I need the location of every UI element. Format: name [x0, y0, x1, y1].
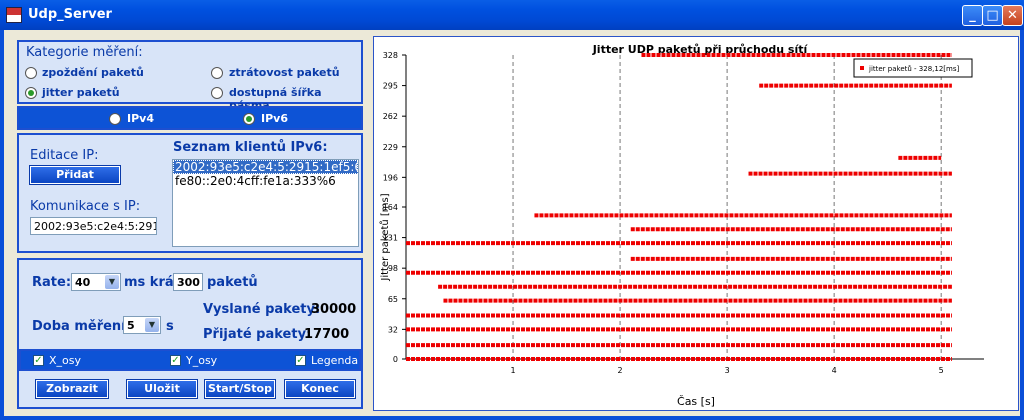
add-button[interactable]: Přidat	[29, 165, 121, 185]
duration-unit: s	[166, 319, 174, 334]
x-tick-label: 5	[939, 366, 944, 375]
y-tick-label: 328	[383, 51, 398, 60]
title-bar: Udp_Server _ □ ✕	[0, 0, 1024, 30]
x-axis-label: Čas [s]	[677, 395, 715, 408]
chart-legend: jitter paketů - 328,12[ms]	[853, 58, 973, 78]
show-button[interactable]: Zobrazit	[35, 379, 109, 399]
edit-ip-label: Editace IP:	[30, 148, 99, 163]
communication-ip-input[interactable]: 2002:93e5:c2e4:5:2915:1ef5	[30, 217, 157, 235]
x-axis-checkbox[interactable]: ✓	[33, 355, 44, 366]
ip-panel: Editace IP: Přidat Komunikace s IP: 2002…	[17, 133, 363, 253]
save-button[interactable]: Uložit	[126, 379, 198, 399]
radio-bandwidth[interactable]	[211, 87, 223, 99]
ip-version-panel: IPv4 IPv6	[17, 106, 363, 130]
rate-select[interactable]: 40 ▼	[71, 273, 121, 291]
end-button[interactable]: Konec	[284, 379, 356, 399]
sent-value: 30000	[311, 302, 357, 317]
app-icon	[6, 7, 22, 23]
y-axis-checkbox-label: Y_osy	[186, 354, 218, 367]
y-tick-label: 262	[383, 112, 398, 121]
maximize-button[interactable]: □	[982, 5, 1003, 26]
sent-label: Vyslané pakety:	[203, 302, 321, 317]
y-tick-label: 65	[388, 295, 398, 304]
legend-checkbox[interactable]: ✓	[295, 355, 306, 366]
radio-jitter[interactable]	[25, 87, 37, 99]
communication-label: Komunikace s IP:	[30, 199, 141, 214]
radio-ipv4[interactable]	[109, 113, 121, 125]
packet-count-input[interactable]: 300	[173, 273, 203, 291]
clients-listbox[interactable]: 2002:93e5:c2e4:5:2915:1ef5:66a fe80::2e0…	[172, 159, 359, 247]
clients-label: Seznam klientů IPv6:	[173, 140, 328, 155]
x-tick-label: 1	[510, 366, 515, 375]
radio-loss[interactable]	[211, 67, 223, 79]
y-tick-label: 0	[393, 355, 398, 364]
radio-delay[interactable]	[25, 67, 37, 79]
legend-checkbox-label: Legenda	[311, 354, 359, 367]
radio-loss-label: ztrátovost paketů	[229, 66, 340, 79]
duration-value: 5	[127, 319, 135, 332]
received-label: Přijaté pakety:	[203, 327, 312, 342]
rate-value: 40	[75, 276, 91, 289]
close-button[interactable]: ✕	[1002, 5, 1023, 26]
ms-label: ms krát	[124, 275, 180, 290]
x-tick-label: 2	[618, 366, 623, 375]
minimize-button[interactable]: _	[962, 5, 983, 26]
client-list-item[interactable]: fe80::2e0:4cff:fe1a:333%6	[173, 174, 358, 188]
legend-marker	[860, 66, 864, 70]
y-axis-checkbox[interactable]: ✓	[170, 355, 181, 366]
measurement-panel: Kategorie měření: zpoždění paketů ztráto…	[17, 40, 363, 112]
duration-select[interactable]: 5 ▼	[123, 316, 161, 334]
window-title: Udp_Server	[28, 7, 112, 22]
axes-options-bar: ✓ X_osy ✓ Y_osy ✓ Legenda	[19, 349, 361, 371]
radio-ipv6[interactable]	[243, 113, 255, 125]
y-tick-label: 32	[388, 325, 398, 334]
chevron-down-icon[interactable]: ▼	[145, 318, 159, 332]
radio-ipv6-label: IPv6	[261, 112, 288, 125]
x-tick-label: 3	[725, 366, 730, 375]
packets-label: paketů	[207, 275, 258, 290]
y-axis-label: Jitter paketů [ms]	[379, 193, 391, 281]
legend-label: jitter paketů - 328,12[ms]	[868, 65, 959, 73]
rate-label: Rate:	[32, 275, 72, 290]
chevron-down-icon[interactable]: ▼	[105, 275, 119, 289]
client-list-item[interactable]: 2002:93e5:c2e4:5:2915:1ef5:66a	[173, 160, 358, 174]
start-stop-button[interactable]: Start/Stop	[204, 379, 276, 399]
radio-ipv4-label: IPv4	[127, 112, 154, 125]
measurement-label: Kategorie měření:	[26, 45, 143, 60]
radio-delay-label: zpoždění paketů	[42, 66, 144, 79]
x-axis-checkbox-label: X_osy	[49, 354, 82, 367]
duration-label: Doba měření:	[32, 319, 131, 334]
received-value: 17700	[304, 327, 350, 342]
radio-jitter-label: jitter paketů	[42, 86, 120, 99]
y-tick-label: 196	[383, 173, 398, 182]
y-tick-label: 229	[383, 143, 398, 152]
jitter-chart: Jitter UDP paketů při průchodu sítí 1234…	[379, 43, 984, 408]
chart-panel: Jitter UDP paketů při průchodu sítí 1234…	[373, 36, 1019, 411]
y-tick-label: 295	[383, 82, 398, 91]
x-tick-label: 4	[832, 366, 837, 375]
